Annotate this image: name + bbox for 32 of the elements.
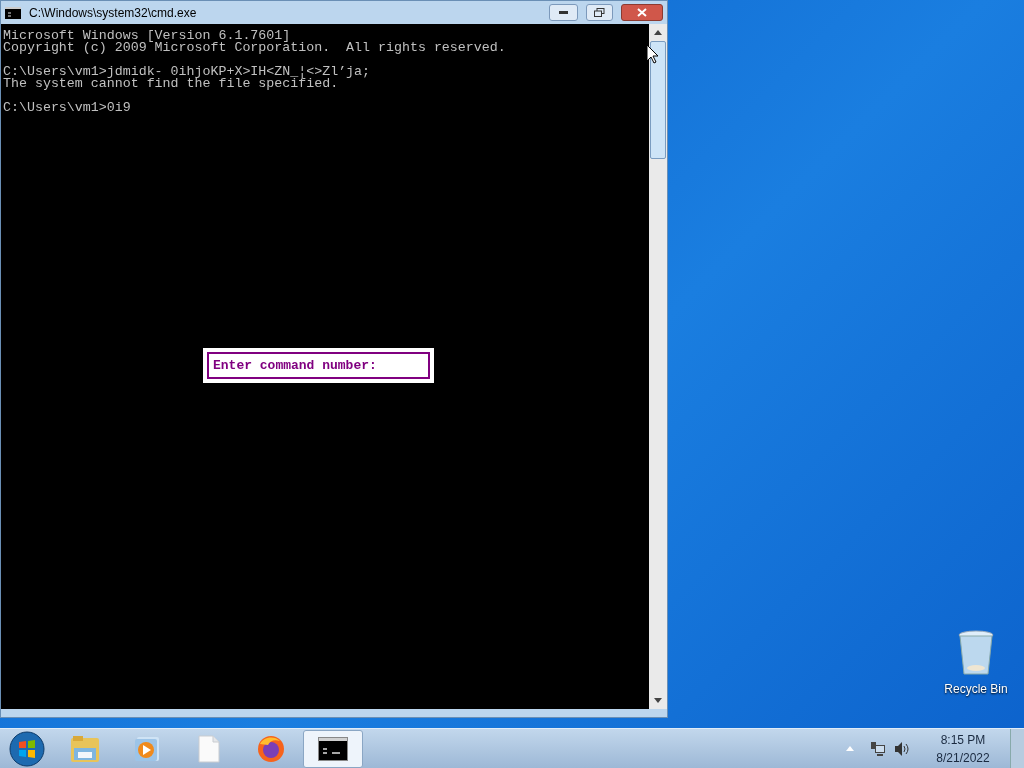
console-line: Microsoft Windows [Version 6.1.7601] bbox=[2, 30, 291, 42]
play-icon bbox=[133, 734, 161, 763]
minimize-button[interactable] bbox=[549, 4, 578, 21]
trash-bin-icon[interactable] bbox=[957, 630, 995, 676]
speaker-icon[interactable] bbox=[894, 740, 910, 757]
taskbar-button[interactable] bbox=[303, 729, 363, 768]
minimize-icon bbox=[559, 11, 568, 14]
console-line: C:\Users\vm1>jdmidk- 0ihjoKP+X>IH<ZN_¦<>Zl’ja; bbox=[2, 66, 372, 78]
prompt-label: Enter command number: bbox=[213, 356, 377, 375]
mouse-pointer-icon bbox=[646, 44, 659, 64]
folder-icon bbox=[69, 733, 101, 764]
network-icon[interactable] bbox=[870, 740, 886, 757]
close-icon bbox=[637, 8, 647, 17]
console-icon bbox=[318, 736, 348, 761]
clock-date: 8/21/2022 bbox=[936, 749, 990, 767]
console-line: C:\Users\vm1>0i9 bbox=[2, 102, 132, 114]
clock[interactable]: 8:15 PM 8/21/2022 bbox=[928, 730, 998, 767]
document-icon bbox=[197, 734, 221, 763]
clock-time: 8:15 PM bbox=[940, 731, 986, 749]
scroll-down-arrow-icon[interactable] bbox=[654, 698, 662, 703]
restore-icon bbox=[594, 8, 605, 17]
window-title: C:\Windows\system32\cmd.exe bbox=[29, 4, 198, 22]
console-icon bbox=[5, 6, 21, 19]
scroll-up-arrow-icon[interactable] bbox=[654, 30, 662, 35]
desktop-icon-label[interactable]: Recycle Bin bbox=[944, 680, 1008, 698]
scrollbar-thumb[interactable] bbox=[650, 41, 666, 159]
restore-button[interactable] bbox=[586, 4, 613, 21]
scrollbar[interactable] bbox=[649, 24, 667, 709]
close-button[interactable] bbox=[621, 4, 663, 21]
fox-globe-icon bbox=[256, 733, 286, 764]
console-line: The system cannot find the file specified. bbox=[2, 78, 339, 90]
console-line: Copyright (c) 2009 Microsoft Corporation. All rights reserved. bbox=[2, 42, 507, 54]
